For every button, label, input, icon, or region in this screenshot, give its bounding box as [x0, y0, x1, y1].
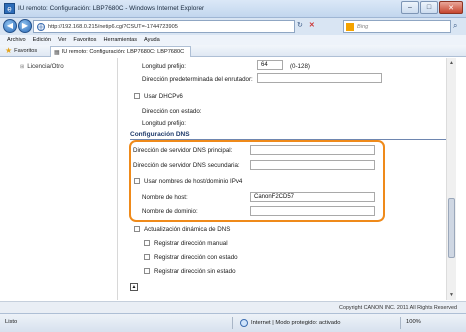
- main-panel: Longitud prefijo: 64 (0-128) Dirección p…: [120, 58, 456, 300]
- sidebar: ⊞ Licencia/Otro: [0, 58, 118, 300]
- bing-icon: [346, 23, 354, 31]
- ipv4-names-option[interactable]: Usar nombres de host/dominio IPv4: [134, 178, 242, 185]
- prefix-range: (0-128): [290, 63, 310, 70]
- browser-tab[interactable]: ▦ IU remoto: Configuración: LBP7680C: LB…: [50, 46, 192, 57]
- search-input[interactable]: Bing: [343, 20, 451, 33]
- dns-secondary-input[interactable]: [250, 160, 375, 170]
- router-address-input[interactable]: [257, 73, 382, 83]
- stop-icon[interactable]: ✕: [309, 21, 315, 29]
- menu-edicion[interactable]: Edición: [33, 37, 51, 43]
- prefix-length-input[interactable]: 64: [257, 60, 283, 70]
- scroll-down-icon[interactable]: ▼: [448, 291, 455, 299]
- tree-node-icon: ⊞: [20, 63, 25, 70]
- page-footer: Copyright CANON INC. 2011 All Rights Res…: [0, 301, 466, 313]
- address-row: ◀ ▶ http://192.168.0.215/netip6.cgi?CSUT…: [0, 18, 466, 35]
- ie-icon: e: [4, 3, 15, 14]
- back-button[interactable]: ◀: [3, 19, 17, 33]
- dynamic-dns-checkbox[interactable]: [134, 226, 140, 233]
- ipv4-names-checkbox[interactable]: [134, 178, 140, 185]
- stateful-address-label: Registrar dirección con estado: [154, 254, 238, 261]
- menu-ayuda[interactable]: Ayuda: [144, 37, 160, 43]
- search-icon[interactable]: ⌕: [453, 21, 457, 31]
- ipv4-names-label: Usar nombres de host/dominio IPv4: [144, 178, 243, 185]
- title-bar: e IU remoto: Configuración: LBP7680C - W…: [0, 0, 466, 18]
- dns-section-title: Configuración DNS: [130, 131, 190, 138]
- state-address-label: Dirección con estado:: [142, 108, 202, 115]
- dhcpv6-checkbox[interactable]: [134, 93, 140, 100]
- prefix2-label: Longitud prefijo:: [142, 120, 187, 127]
- star-icon: ★: [5, 46, 13, 55]
- menu-ver[interactable]: Ver: [58, 37, 66, 43]
- refresh-icon[interactable]: ↻: [297, 21, 303, 29]
- scroll-thumb[interactable]: [448, 198, 455, 258]
- menu-archivo[interactable]: Archivo: [7, 37, 26, 43]
- page-top-icon[interactable]: ▲: [130, 283, 138, 291]
- internet-zone-icon: [240, 319, 248, 327]
- dynamic-dns-label: Actualización dinámica de DNS: [144, 226, 231, 233]
- stateful-address-option[interactable]: Registrar dirección con estado: [144, 254, 238, 261]
- maximize-button[interactable]: □: [420, 1, 438, 14]
- domain-name-input[interactable]: [250, 206, 375, 216]
- dynamic-dns-option[interactable]: Actualización dinámica de DNS: [134, 226, 230, 233]
- page-icon: [37, 23, 45, 31]
- sidebar-item-label: Licencia/Otro: [27, 63, 64, 70]
- dhcpv6-label: Usar DHCPv6: [144, 93, 183, 100]
- menu-favoritos[interactable]: Favoritos: [73, 37, 96, 43]
- sidebar-item-licencia[interactable]: ⊞ Licencia/Otro: [20, 63, 64, 70]
- status-divider: [232, 317, 233, 329]
- prefix-label: Longitud prefijo:: [142, 63, 187, 70]
- status-bar: Listo Internet | Modo protegido: activad…: [0, 313, 466, 332]
- tab-label: IU remoto: Configuración: LBP7680C: LBP7…: [61, 49, 185, 55]
- page-tab-icon: ▦: [54, 49, 60, 56]
- security-zone[interactable]: Internet | Modo protegido: activado: [240, 319, 340, 327]
- manual-address-label: Registrar dirección manual: [154, 240, 228, 247]
- dns-primary-input[interactable]: [250, 145, 375, 155]
- favorites-button[interactable]: ★ Favoritos: [5, 47, 37, 55]
- search-placeholder: Bing: [357, 24, 369, 30]
- menu-bar: Archivo Edición Ver Favoritos Herramient…: [0, 35, 466, 45]
- host-name-input[interactable]: CanonF2CD57: [250, 192, 375, 202]
- close-button[interactable]: ✕: [439, 1, 463, 14]
- status-divider: [400, 317, 401, 329]
- favorites-bar: ★ Favoritos ▦ IU remoto: Configuración: …: [0, 45, 466, 57]
- zone-label: Internet | Modo protegido: activado: [251, 320, 341, 326]
- address-bar[interactable]: http://192.168.0.215/netip6.cgi?CSUT=-17…: [33, 20, 295, 33]
- scroll-up-icon[interactable]: ▲: [448, 59, 455, 67]
- manual-address-checkbox[interactable]: [144, 240, 150, 247]
- url-text: http://192.168.0.215/netip6.cgi?CSUT=-17…: [48, 24, 178, 30]
- scrollbar[interactable]: ▲ ▼: [446, 58, 456, 300]
- zoom-level[interactable]: 100%: [406, 319, 421, 325]
- host-name-label: Nombre de host:: [142, 194, 188, 201]
- manual-address-option[interactable]: Registrar dirección manual: [144, 240, 228, 247]
- stateless-address-option[interactable]: Registrar dirección sin estado: [144, 268, 236, 275]
- window-title: IU remoto: Configuración: LBP7680C - Win…: [18, 5, 205, 12]
- copyright-text: Copyright CANON INC. 2011 All Rights Res…: [339, 305, 457, 311]
- dhcpv6-option[interactable]: Usar DHCPv6: [134, 93, 183, 100]
- minimize-button[interactable]: –: [401, 1, 419, 14]
- dns-secondary-label: Dirección de servidor DNS secundaria:: [133, 162, 240, 169]
- stateless-address-label: Registrar dirección sin estado: [154, 268, 236, 275]
- domain-name-label: Nombre de dominio:: [142, 208, 198, 215]
- stateless-address-checkbox[interactable]: [144, 268, 150, 275]
- stateful-address-checkbox[interactable]: [144, 254, 150, 261]
- svg-text:e: e: [7, 5, 12, 14]
- menu-herramientas[interactable]: Herramientas: [103, 37, 137, 43]
- favorites-label: Favoritos: [14, 48, 38, 54]
- page-content: ⊞ Licencia/Otro Longitud prefijo: 64 (0-…: [0, 58, 466, 300]
- forward-button[interactable]: ▶: [18, 19, 32, 33]
- router-label: Dirección predeterminada del enrutador:: [142, 76, 253, 83]
- status-text: Listo: [5, 319, 18, 325]
- dns-primary-label: Dirección de servidor DNS principal:: [133, 147, 233, 154]
